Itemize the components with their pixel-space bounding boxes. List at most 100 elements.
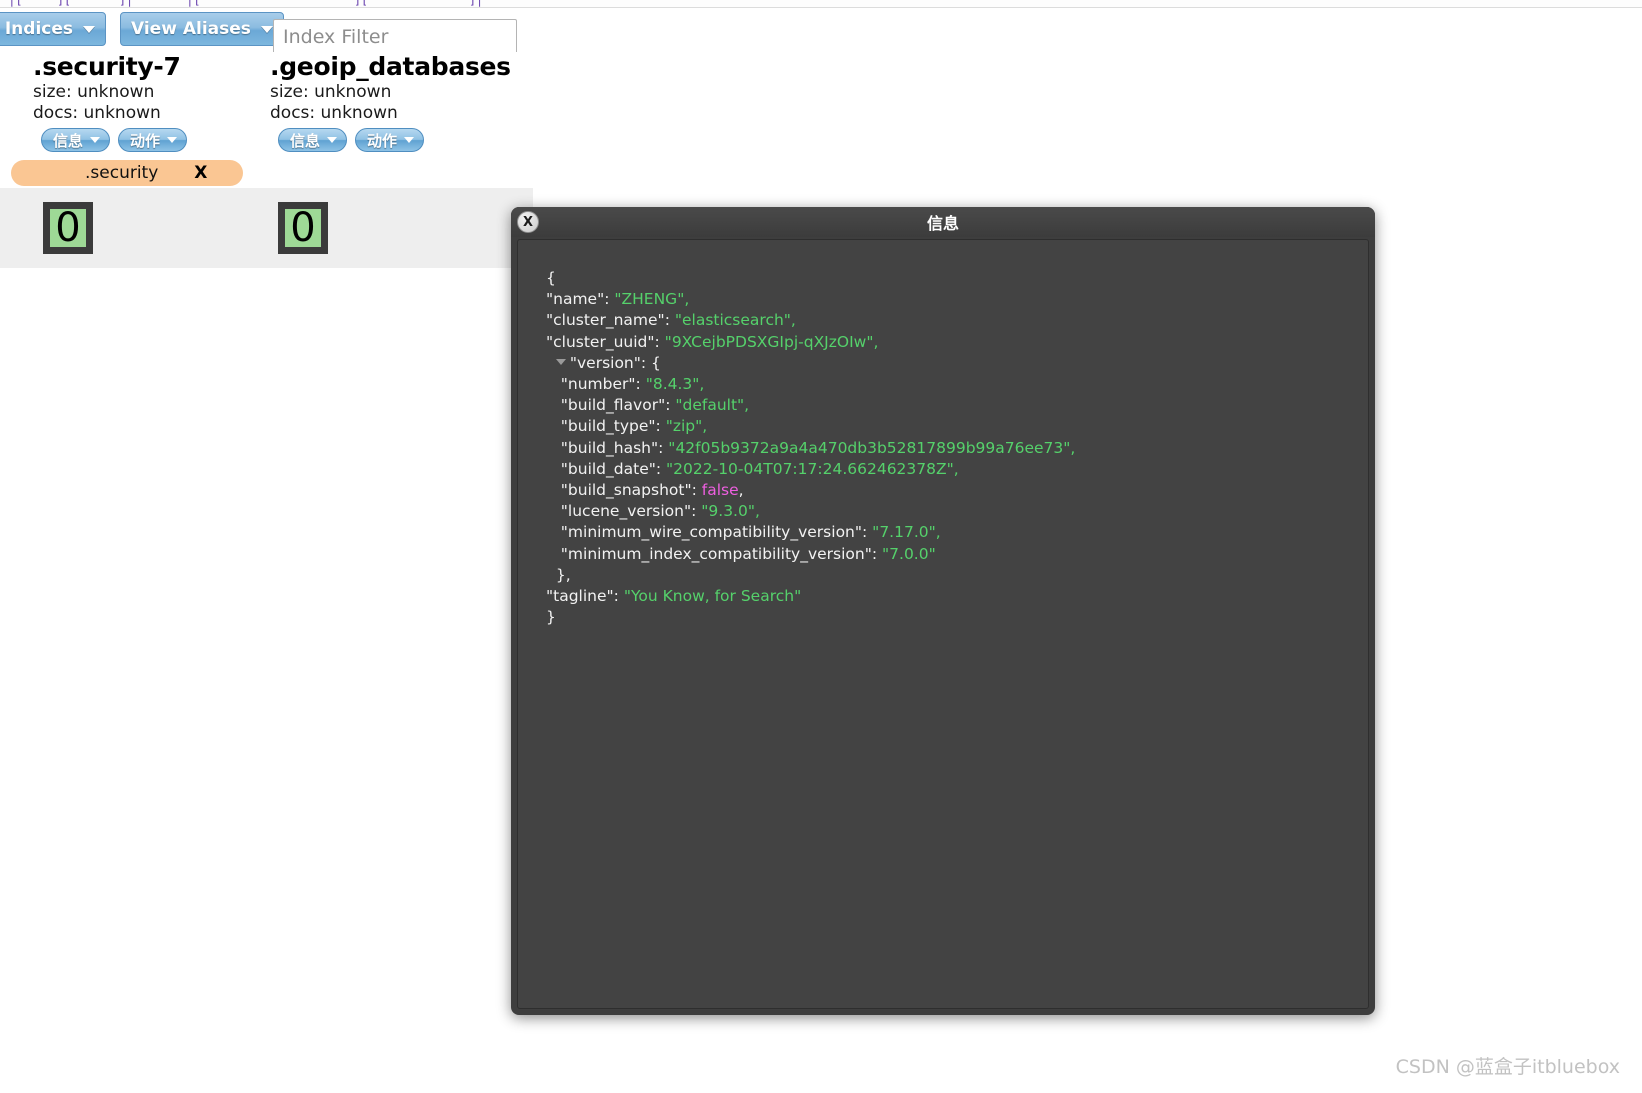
json-value-tagline: "You Know, for Search" <box>624 587 801 605</box>
dialog-body: { "name": "ZHENG", "cluster_name": "elas… <box>517 239 1369 1009</box>
index-info-label: 信息 <box>290 130 320 151</box>
index-cards-container: .security-7 size: unknown docs: unknown … <box>0 52 533 160</box>
top-strip-fragment: | [ <box>10 0 22 5</box>
json-colon: : { <box>641 354 661 372</box>
json-key-min-index-compat: "minimum_index_compatibility_version" <box>561 545 872 563</box>
top-strip-fragment: | [ <box>188 0 200 5</box>
chevron-down-icon <box>261 26 273 33</box>
json-value-build-snapshot: false <box>702 481 739 499</box>
index-card: .security-7 size: unknown docs: unknown … <box>33 52 187 152</box>
shard-box[interactable]: 0 <box>278 202 328 254</box>
index-name: .geoip_databases <box>270 52 511 82</box>
json-colon: : <box>665 311 675 329</box>
json-value-build-type-text: zip <box>673 417 695 435</box>
json-value-number: "8.4.3", <box>646 375 705 393</box>
index-card-actions: 信息 动作 <box>278 128 511 152</box>
json-value-cluster-name-text: elasticsearch <box>682 311 784 329</box>
index-size: size: unknown <box>270 82 511 103</box>
index-filter-input[interactable] <box>273 19 517 55</box>
info-dialog: X 信息 { "name": "ZHENG", "cluster_name": … <box>511 207 1375 1015</box>
alias-remove-icon[interactable]: X <box>194 163 207 183</box>
shard-box[interactable]: 0 <box>43 202 93 254</box>
json-key-cluster-uuid: "cluster_uuid" <box>546 333 655 351</box>
top-strip-fragment: ] | <box>470 0 482 5</box>
json-value-name: "ZHENG", <box>614 290 689 308</box>
json-colon: : <box>655 333 665 351</box>
json-value-number-text: 8.4.3 <box>653 375 692 393</box>
json-key-lucene-version: "lucene_version" <box>561 502 691 520</box>
index-info-button[interactable]: 信息 <box>41 128 110 152</box>
json-value-build-flavor-text: default <box>683 396 738 414</box>
index-action-label: 动作 <box>367 130 397 151</box>
json-colon: : <box>872 545 882 563</box>
chevron-down-icon <box>404 137 414 143</box>
json-key-name: "name" <box>546 290 604 308</box>
dialog-title: 信息 <box>927 210 959 234</box>
json-value-min-wire-compat: "7.17.0", <box>872 523 941 541</box>
json-colon: : <box>656 417 666 435</box>
json-colon: : <box>665 396 675 414</box>
watermark: CSDN @蓝盒子itbluebox <box>1396 1052 1620 1079</box>
alias-pill-security[interactable]: .security X <box>11 160 243 186</box>
json-key-build-type: "build_type" <box>561 417 656 435</box>
index-card: .geoip_databases size: unknown docs: unk… <box>270 52 511 152</box>
json-value-build-type: "zip", <box>666 417 707 435</box>
json-colon: : <box>614 587 624 605</box>
index-action-label: 动作 <box>130 130 160 151</box>
top-strip-fragment: ] [ <box>355 0 367 5</box>
view-aliases-label: View Aliases <box>131 19 251 39</box>
cut-off-top-strip: | [ ] [ ] | | [ ] [ ] | <box>0 0 1642 8</box>
json-brace-open: { <box>546 269 556 287</box>
view-aliases-button[interactable]: View Aliases <box>120 12 284 46</box>
chevron-down-icon <box>83 26 95 33</box>
json-value-name-text: ZHENG <box>622 290 678 308</box>
chevron-down-icon <box>327 137 337 143</box>
json-value-tagline-text: You Know, for Search <box>631 587 794 605</box>
json-key-number: "number" <box>561 375 636 393</box>
index-docs: docs: unknown <box>270 103 511 124</box>
json-value-lucene-version-text: 9.3.0 <box>708 502 747 520</box>
json-value-build-flavor: "default", <box>675 396 749 414</box>
index-action-button[interactable]: 动作 <box>355 128 424 152</box>
index-info-button[interactable]: 信息 <box>278 128 347 152</box>
json-value-build-hash-text: 42f05b9372a9a4a470db3b52817899b99a76ee73 <box>675 439 1063 457</box>
json-viewer: { "name": "ZHENG", "cluster_name": "elas… <box>546 268 1358 628</box>
json-brace-close-version: }, <box>556 566 571 584</box>
top-strip-fragment: ] [ <box>58 0 70 5</box>
json-brace-close: } <box>546 608 556 626</box>
json-key-build-flavor: "build_flavor" <box>561 396 665 414</box>
collapse-triangle-icon[interactable] <box>556 359 566 365</box>
json-value-cluster-name: "elasticsearch", <box>675 311 796 329</box>
index-size: size: unknown <box>33 82 187 103</box>
json-value-lucene-version: "9.3.0", <box>701 502 760 520</box>
top-strip-fragment: ] | <box>120 0 132 5</box>
json-key-cluster-name: "cluster_name" <box>546 311 665 329</box>
json-key-build-date: "build_date" <box>561 460 656 478</box>
json-value-cluster-uuid-text: 9XCejbPDSXGIpj-qXJzOIw <box>672 333 867 351</box>
alias-row: .security X <box>0 160 533 188</box>
json-comma: , <box>739 481 744 499</box>
json-colon: : <box>658 439 668 457</box>
json-colon: : <box>636 375 646 393</box>
json-value-min-index-compat-text: 7.0.0 <box>889 545 928 563</box>
toolbar: rt Indices View Aliases <box>0 9 1642 49</box>
json-value-cluster-uuid: "9XCejbPDSXGIpj-qXJzOIw", <box>665 333 879 351</box>
sort-indices-label: rt Indices <box>0 19 73 39</box>
json-colon: : <box>604 290 614 308</box>
json-colon: : <box>691 502 701 520</box>
chevron-down-icon <box>90 137 100 143</box>
json-colon: : <box>656 460 666 478</box>
json-key-build-hash: "build_hash" <box>561 439 658 457</box>
index-action-button[interactable]: 动作 <box>118 128 187 152</box>
index-docs: docs: unknown <box>33 103 187 124</box>
chevron-down-icon <box>167 137 177 143</box>
sort-indices-button[interactable]: rt Indices <box>0 12 106 46</box>
index-card-actions: 信息 动作 <box>41 128 187 152</box>
json-key-version: "version" <box>570 354 641 372</box>
index-name: .security-7 <box>33 52 187 82</box>
json-value-build-date: "2022-10-04T07:17:24.662462378Z", <box>666 460 959 478</box>
close-icon[interactable]: X <box>517 211 539 233</box>
json-value-build-date-text: 2022-10-04T07:17:24.662462378Z <box>673 460 946 478</box>
index-info-label: 信息 <box>53 130 83 151</box>
json-key-min-wire-compat: "minimum_wire_compatibility_version" <box>561 523 862 541</box>
